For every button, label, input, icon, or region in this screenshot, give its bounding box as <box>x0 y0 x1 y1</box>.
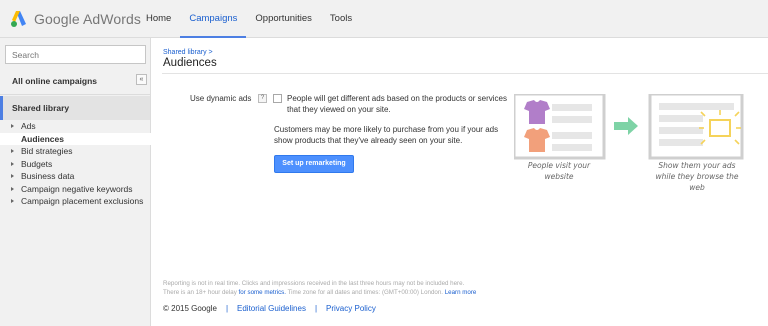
main-nav: Home Campaigns Opportunities Tools <box>137 0 361 38</box>
ad-highlight-icon <box>709 119 731 137</box>
tree-item-audiences[interactable]: Audiences <box>0 132 151 145</box>
reporting-note: Reporting is not in real time. Clicks an… <box>163 280 763 297</box>
caret-right-icon[interactable] <box>11 174 14 178</box>
logo-wordmark: Google AdWords <box>34 11 141 27</box>
caret-right-icon[interactable] <box>11 199 14 203</box>
sidebar: All online campaigns « Shared library Ad… <box>0 38 151 326</box>
tree-item-ads[interactable]: Ads <box>0 120 151 133</box>
tree-item-bid-strategies[interactable]: Bid strategies <box>0 145 151 158</box>
footer-divider: | <box>314 304 318 313</box>
tree-item-campaign-negative-keywords[interactable]: Campaign negative keywords <box>0 183 151 196</box>
setup-remarketing-button[interactable]: Set up remarketing <box>274 155 354 173</box>
editorial-guidelines-link[interactable]: Editorial Guidelines <box>237 304 306 313</box>
search-input[interactable] <box>5 45 146 64</box>
tree-item-campaign-placement-exclusions[interactable]: Campaign placement exclusions <box>0 195 151 208</box>
copyright: © 2015 Google <box>163 304 217 313</box>
reporting-note-line1: Reporting is not in real time. Clicks an… <box>163 280 465 287</box>
shared-library-tree: Ads Audiences Bid strategies Budgets Bus… <box>0 120 151 208</box>
tree-item-label: Business data <box>21 171 75 181</box>
tree-item-label: Ads <box>21 121 36 131</box>
tree-item-label: Campaign negative keywords <box>21 183 133 194</box>
note-timezone-text: Time zone for all dates and times: (GMT+… <box>287 288 443 296</box>
arrow-right-icon <box>614 117 638 135</box>
reporting-note-line2: There is an 18+ hour delay for some metr… <box>163 289 763 298</box>
adwords-logo[interactable]: Google AdWords <box>10 9 141 29</box>
footer-divider: | <box>225 304 229 313</box>
page-title: Audiences <box>163 57 217 69</box>
caret-right-icon[interactable] <box>11 161 14 166</box>
breadcrumb[interactable]: Shared library > <box>163 49 213 56</box>
privacy-policy-link[interactable]: Privacy Policy <box>326 304 376 313</box>
remarketing-description: Customers may be more likely to purchase… <box>274 125 499 145</box>
nav-home[interactable]: Home <box>137 0 180 38</box>
caret-right-icon[interactable] <box>11 124 14 128</box>
adwords-logo-icon <box>10 10 28 28</box>
learn-more-link[interactable]: Learn more <box>445 289 477 296</box>
help-icon[interactable]: ? <box>258 94 267 103</box>
caret-right-icon[interactable] <box>11 186 14 191</box>
remarketing-illustration: People visit your website Show them your… <box>512 92 768 204</box>
title-divider <box>162 73 768 74</box>
sidebar-divider <box>0 94 151 95</box>
tree-item-label: Budgets <box>21 158 53 169</box>
note-delay-text: There is an 18+ hour delay <box>163 288 237 296</box>
caption-show-ads: Show them your ads while they browse the… <box>655 161 739 192</box>
nav-tools[interactable]: Tools <box>321 0 361 38</box>
nav-opportunities[interactable]: Opportunities <box>246 0 321 38</box>
tree-item-label: Bid strategies <box>21 146 73 156</box>
page-footer: © 2015 Google | Editorial Guidelines | P… <box>163 304 376 313</box>
tree-item-budgets[interactable]: Budgets <box>0 158 151 171</box>
dynamic-ads-label: Use dynamic ads <box>190 94 252 103</box>
dynamic-ads-checkbox[interactable] <box>273 94 282 103</box>
nav-campaigns[interactable]: Campaigns <box>180 0 247 38</box>
top-nav-bar: Google AdWords Home Campaigns Opportunit… <box>0 0 768 38</box>
all-campaigns-link[interactable]: All online campaigns <box>12 76 97 86</box>
tree-item-label: Audiences <box>21 133 64 144</box>
some-metrics-link[interactable]: for some metrics. <box>239 289 286 296</box>
sidebar-item-shared-library[interactable]: Shared library <box>0 96 150 120</box>
caption-people-visit: People visit your website <box>527 161 591 181</box>
collapse-sidebar-button[interactable]: « <box>136 74 147 85</box>
tree-item-business-data[interactable]: Business data <box>0 170 151 183</box>
tree-item-label: Campaign placement exclusions <box>21 196 144 206</box>
dynamic-ads-description: People will get different ads based on t… <box>287 94 507 114</box>
caret-right-icon[interactable] <box>11 149 14 153</box>
